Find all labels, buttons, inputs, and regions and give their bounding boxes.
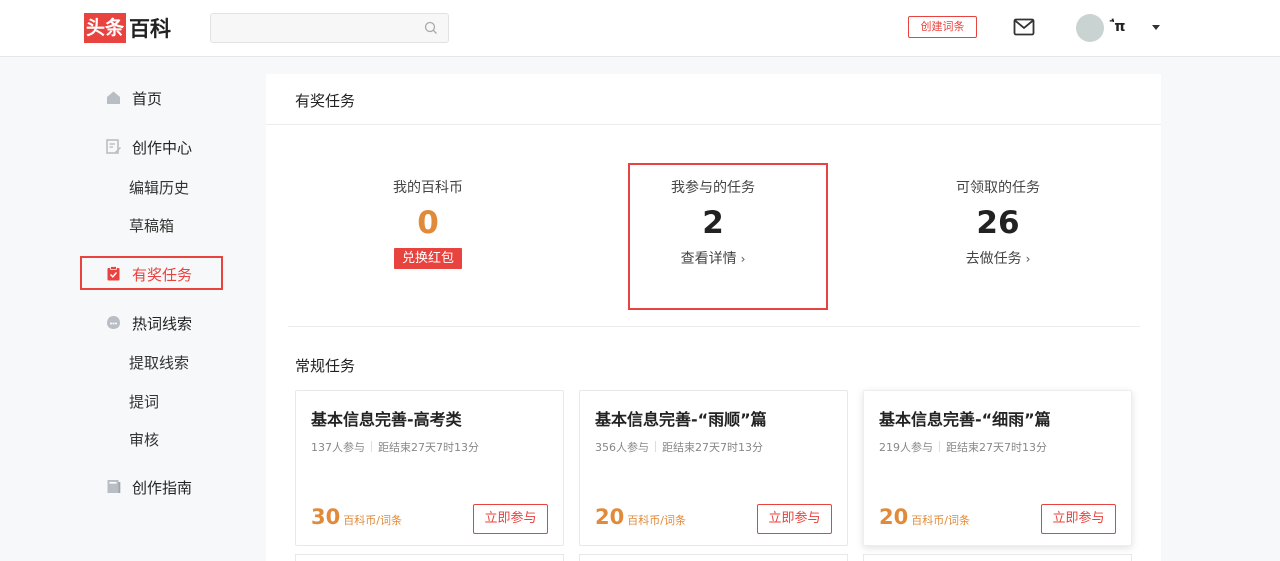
task-meta: 219人参与 距结束27天7时13分 <box>879 439 1047 455</box>
task-deadline: 距结束27天7时13分 <box>662 441 763 454</box>
search-icon[interactable] <box>424 21 438 35</box>
toutiao-baike-logo[interactable]: 头条 百科 <box>84 13 171 43</box>
search-box <box>210 13 449 43</box>
section-title: 常规任务 <box>295 357 356 375</box>
task-deadline: 距结束27天7时13分 <box>378 441 479 454</box>
sidebar-item-hot-words[interactable]: 热词线索 <box>80 305 223 339</box>
stat-available-tasks: 可领取的任务 26 去做任务 › <box>898 178 1098 268</box>
home-icon <box>107 91 120 104</box>
sidebar-item-home[interactable]: 首页 <box>80 80 223 114</box>
stat-label: 可领取的任务 <box>956 180 1040 196</box>
stat-value: 0 <box>417 205 439 241</box>
sidebar-item-label: 创作指南 <box>132 479 193 497</box>
reward-unit: 百科币/词条 <box>627 514 686 527</box>
chevron-right-icon: › <box>1025 252 1031 266</box>
sidebar-item-extract-clues[interactable]: 提取线索 <box>129 352 189 373</box>
stat-value: 26 <box>976 205 1020 241</box>
divider <box>288 326 1140 327</box>
logo-black-part: 百科 <box>129 17 172 41</box>
reward-amount: 20 <box>595 505 625 529</box>
reward-unit: 百科币/词条 <box>911 514 970 527</box>
stat-my-tasks: 我参与的任务 2 查看详情 › <box>613 178 813 268</box>
task-deadline: 距结束27天7时13分 <box>946 441 1047 454</box>
task-participants: 137人参与 <box>311 441 365 454</box>
create-entry-button[interactable]: 创建词条 <box>908 16 977 38</box>
task-reward: 20 百科币/词条 <box>595 505 686 529</box>
main-panel: 有奖任务 我的百科币 0 兑换红包 我参与的任务 2 查看详情 › 可领取的任务 … <box>266 74 1161 561</box>
task-participants: 219人参与 <box>879 441 933 454</box>
sidebar-item-label: 创作中心 <box>132 139 193 157</box>
stat-my-coins: 我的百科币 0 兑换红包 <box>328 178 528 269</box>
book-icon <box>107 480 121 493</box>
task-reward: 20 百科币/词条 <box>879 505 970 529</box>
stat-label: 我的百科币 <box>393 180 463 196</box>
task-title: 基本信息完善-高考类 <box>311 410 462 429</box>
reward-amount: 30 <box>311 505 341 529</box>
chevron-down-icon[interactable] <box>1152 25 1160 30</box>
task-participants: 356人参与 <box>595 441 649 454</box>
search-input[interactable] <box>211 14 411 42</box>
mail-icon[interactable] <box>1013 17 1035 37</box>
bubble-icon <box>107 316 120 329</box>
task-card[interactable]: 基本信息完善-“细雨”篇 219人参与 距结束27天7时13分 20 百科币/词条 … <box>863 390 1132 546</box>
reward-amount: 20 <box>879 505 909 529</box>
task-meta: 137人参与 距结束27天7时13分 <box>311 439 479 455</box>
logo-red-part: 头条 <box>84 13 127 43</box>
task-card[interactable]: 基本信息完善-高考类 137人参与 距结束27天7时13分 30 百科币/词条 立即… <box>295 390 564 546</box>
join-now-button[interactable]: 立即参与 <box>473 504 548 534</box>
sidebar-item-review[interactable]: 审核 <box>129 429 159 450</box>
task-meta: 356人参与 距结束27天7时13分 <box>595 439 763 455</box>
sidebar-item-label: 有奖任务 <box>132 266 193 284</box>
sidebar-item-creation-center[interactable]: 创作中心 <box>80 129 223 163</box>
join-now-button[interactable]: 立即参与 <box>1041 504 1116 534</box>
do-tasks-link[interactable]: 去做任务 › <box>898 248 1098 268</box>
task-reward: 30 百科币/词条 <box>311 505 402 529</box>
view-details-link[interactable]: 查看详情 › <box>613 248 813 268</box>
separator <box>371 441 372 452</box>
clipboard-icon <box>107 266 120 281</box>
sidebar-item-reward-tasks[interactable]: 有奖任务 <box>80 256 223 290</box>
reward-unit: 百科币/词条 <box>343 514 402 527</box>
edit-icon <box>106 139 121 154</box>
username[interactable]: ʽ̄π <box>1110 19 1125 35</box>
exchange-red-packet-button[interactable]: 兑换红包 <box>393 248 462 269</box>
task-card-partial <box>579 554 848 561</box>
separator <box>939 441 940 452</box>
sidebar-item-suggest-words[interactable]: 提词 <box>129 391 159 412</box>
chevron-right-icon: › <box>740 252 746 266</box>
stat-value: 2 <box>702 205 724 241</box>
sidebar-item-creation-guide[interactable]: 创作指南 <box>80 469 223 503</box>
sidebar-item-edit-history[interactable]: 编辑历史 <box>129 177 189 198</box>
stat-label: 我参与的任务 <box>671 180 755 196</box>
task-card[interactable]: 基本信息完善-“雨顺”篇 356人参与 距结束27天7时13分 20 百科币/词条 … <box>579 390 848 546</box>
sidebar-item-label: 首页 <box>132 90 163 108</box>
page-title: 有奖任务 <box>295 92 356 110</box>
sidebar-item-drafts[interactable]: 草稿箱 <box>129 215 174 236</box>
join-now-button[interactable]: 立即参与 <box>757 504 832 534</box>
top-header: 头条 百科 创建词条 ʽ̄π <box>0 0 1280 57</box>
link-label: 去做任务 <box>965 251 1022 267</box>
avatar[interactable] <box>1076 14 1104 42</box>
divider <box>266 124 1161 125</box>
task-card-partial <box>295 554 564 561</box>
task-title: 基本信息完善-“细雨”篇 <box>879 410 1051 429</box>
separator <box>655 441 656 452</box>
link-label: 查看详情 <box>680 251 737 267</box>
task-title: 基本信息完善-“雨顺”篇 <box>595 410 767 429</box>
task-card-partial <box>863 554 1132 561</box>
sidebar-item-label: 热词线索 <box>132 315 193 333</box>
